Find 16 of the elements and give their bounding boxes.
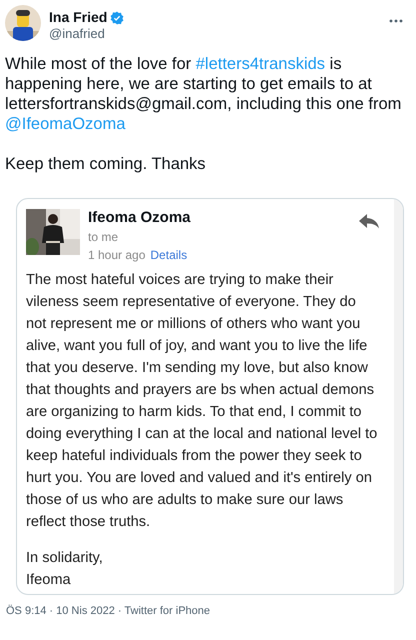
tweet-text: Keep them coming. Thanks [5, 154, 207, 174]
email-text: Ifeoma [26, 571, 72, 590]
recipient-label: to me [88, 229, 120, 245]
more-icon[interactable] [389, 19, 403, 23]
tweet-link[interactable]: #letters4transkids [196, 55, 326, 73]
tweet-text: While most of the love for #letters4transkids is happening here, we are starting to get emails to at lettersfortranskids@gmail.com, including this one from @IfeomaOzoma [5, 54, 402, 134]
email-time: 1 hour ago [88, 247, 146, 263]
author-name[interactable]: Ina Fried [49, 9, 108, 26]
email-text: The most hateful voices are trying to make their vileness seem representative of everyone. They do not represent me or millions of others who want you alive, want you full of joy, and want you to live the life that you deserve. I'm sending my love, but also know that thoughts and prayers are bs when actual demons are organizing to harm kids. To that end, I commit to doing everything I can at the local and national level to keep hateful individuals from the power they seek to hurt you. You are loved and valued and it's entirely on those of us who are adults to make sure our laws reflect those truths. [26, 271, 378, 532]
tweet-timestamp: ÖS 9:14 · 10 Nis 2022 · Twitter for iPhone [6, 604, 212, 619]
reply-icon[interactable] [358, 213, 380, 229]
details-link[interactable]: Details [150, 247, 188, 263]
email-text: In solidarity, [26, 549, 104, 568]
tweet-link[interactable]: @IfeomaOzoma [5, 115, 126, 133]
sender-name: Ifeoma Ozoma [88, 209, 192, 227]
author-handle[interactable]: @inafried [49, 26, 389, 42]
